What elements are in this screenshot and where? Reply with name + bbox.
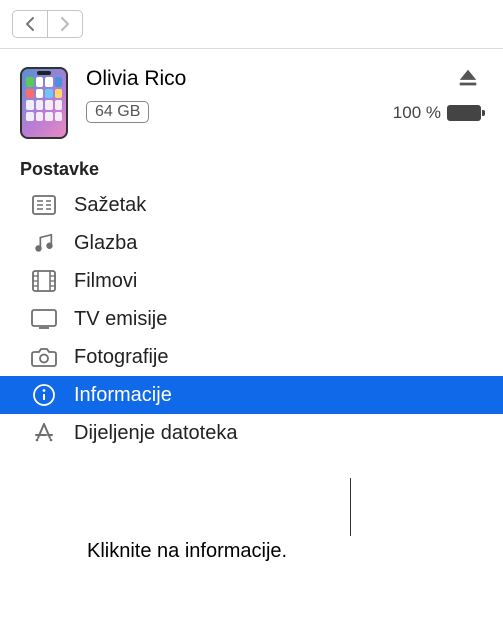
sidebar-item-movies[interactable]: Filmovi <box>0 262 503 300</box>
sidebar-item-label: Glazba <box>74 232 137 255</box>
eject-icon <box>457 67 479 89</box>
device-header: Olivia Rico 64 GB 100 % <box>0 49 503 153</box>
battery-status: 100 % <box>393 103 481 123</box>
sidebar-item-label: Filmovi <box>74 270 137 293</box>
film-icon <box>30 269 58 293</box>
battery-icon <box>447 105 481 121</box>
sidebar-item-music[interactable]: Glazba <box>0 224 503 262</box>
storage-badge: 64 GB <box>86 101 149 123</box>
sidebar-item-label: Fotografije <box>74 346 169 369</box>
sidebar-item-photos[interactable]: Fotografije <box>0 338 503 376</box>
callout-text: Kliknite na informacije. <box>87 540 287 563</box>
back-button[interactable] <box>12 10 48 38</box>
chevron-left-icon <box>24 17 36 31</box>
tv-icon <box>30 307 58 331</box>
device-name: Olivia Rico <box>86 67 485 91</box>
device-thumbnail[interactable] <box>20 67 68 139</box>
sidebar-list: Sažetak Glazba Filmovi TV emisije Fotogr… <box>0 186 503 452</box>
sidebar-item-label: Dijeljenje datoteka <box>74 422 237 445</box>
sidebar-item-label: Sažetak <box>74 194 146 217</box>
sidebar-item-label: Informacije <box>74 384 172 407</box>
summary-icon <box>30 193 58 217</box>
battery-percent-label: 100 % <box>393 103 441 123</box>
callout-line <box>350 478 351 536</box>
sidebar-item-label: TV emisije <box>74 308 167 331</box>
forward-button[interactable] <box>47 10 83 38</box>
music-icon <box>30 231 58 255</box>
camera-icon <box>30 345 58 369</box>
info-icon <box>30 383 58 407</box>
settings-section-header: Postavke <box>0 153 503 186</box>
sidebar-item-tv[interactable]: TV emisije <box>0 300 503 338</box>
eject-button[interactable] <box>457 67 479 94</box>
toolbar <box>0 0 503 49</box>
sidebar-item-filesharing[interactable]: Dijeljenje datoteka <box>0 414 503 452</box>
appstore-icon <box>30 421 58 445</box>
sidebar-item-info[interactable]: Informacije <box>0 376 503 414</box>
sidebar-item-summary[interactable]: Sažetak <box>0 186 503 224</box>
chevron-right-icon <box>59 17 71 31</box>
